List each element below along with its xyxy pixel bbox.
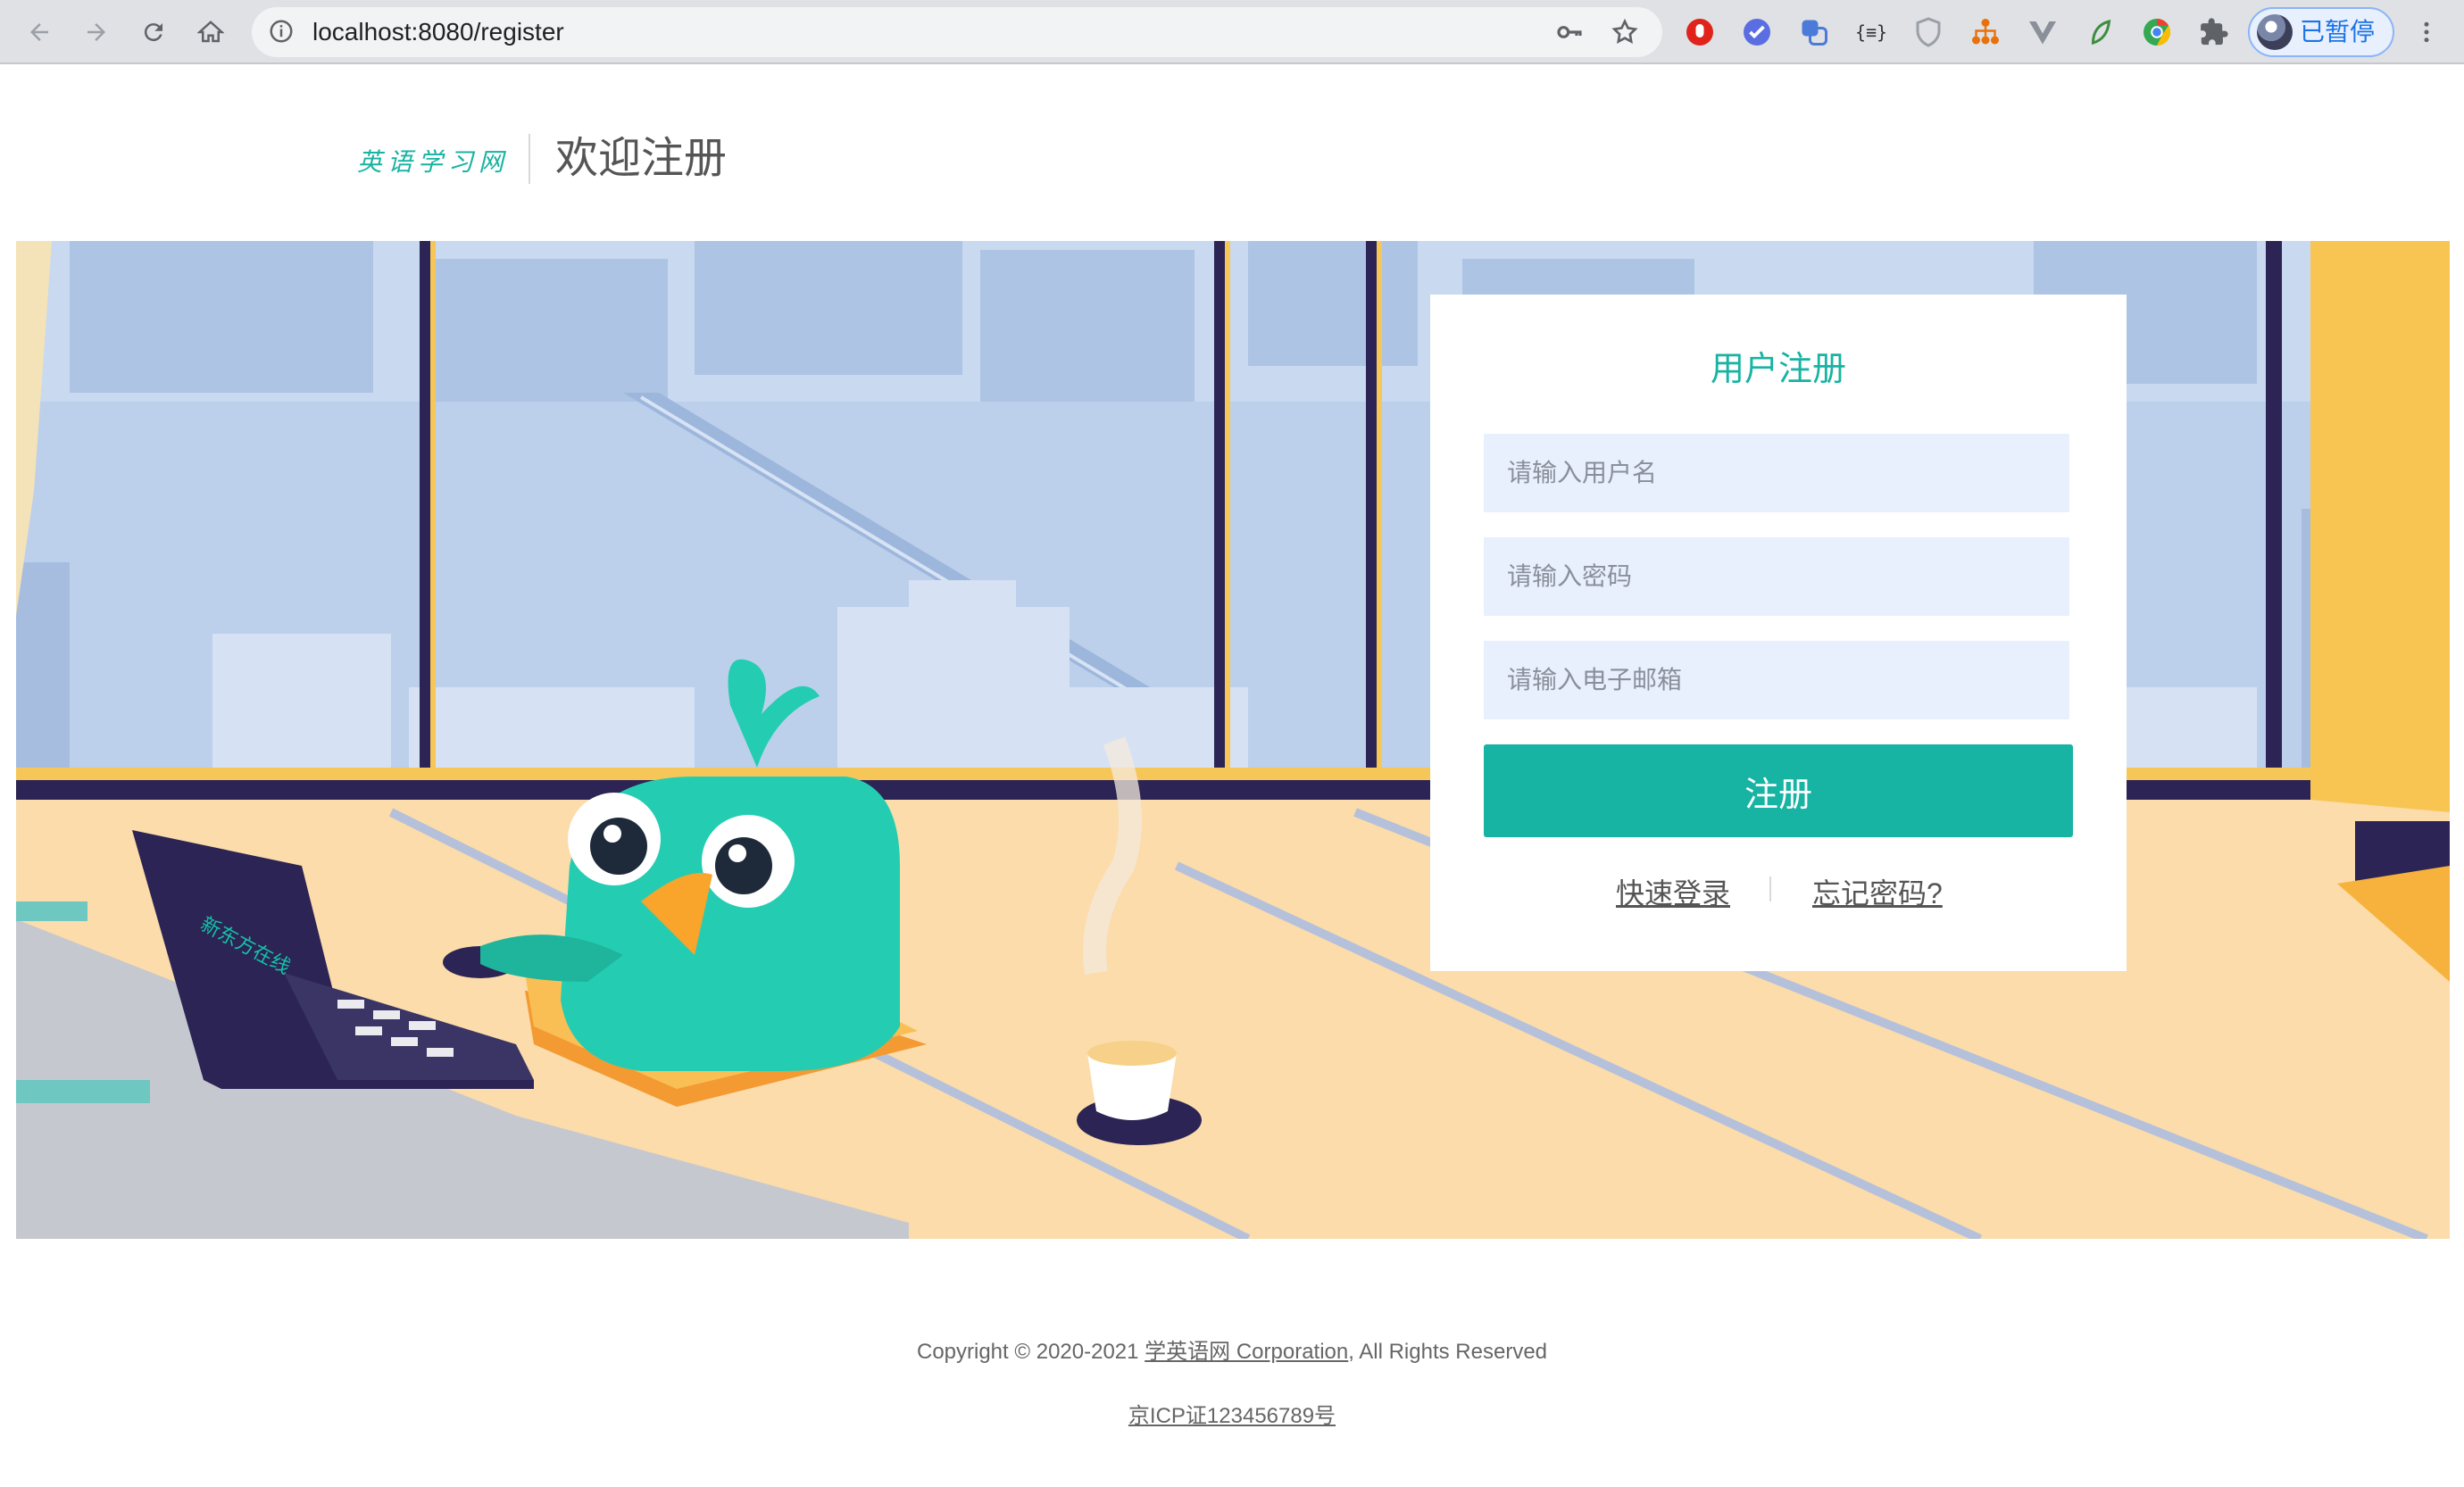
footer-copyright: Copyright © 2020-2021 学英语网 Corporation, … [0,1333,2464,1365]
kebab-menu-icon [2424,21,2429,43]
password-input[interactable] [1484,537,2069,616]
address-bar[interactable]: localhost:8080/register [252,7,1662,57]
site-logo[interactable]: 英语学习网 [357,143,509,179]
extension-vue-icon[interactable] [2027,16,2059,48]
extension-shield-icon[interactable] [1912,16,1944,48]
footer-icp: 京ICP证123456789号 [0,1398,2464,1429]
extensions-puzzle-icon[interactable] [2198,16,2230,48]
key-icon[interactable] [1555,18,1584,51]
browser-toolbar: localhost:8080/register {≡} 已暂停 [0,0,2464,64]
page-title: 欢迎注册 [555,135,728,182]
home-icon [197,21,224,43]
extension-check-icon[interactable] [1741,16,1773,48]
info-icon[interactable] [268,18,295,49]
home-button[interactable] [187,9,234,55]
username-input[interactable] [1484,434,2069,512]
back-button[interactable] [16,9,62,55]
profile-button[interactable]: 已暂停 [2248,7,2394,57]
forward-button[interactable] [73,9,120,55]
company-link[interactable]: 学英语网 Corporation [1145,1340,1348,1364]
hero-illustration: 新东方在线 用户注册 注册 快速登录 [16,241,2450,1239]
avatar [2257,14,2293,50]
register-card: 用户注册 注册 快速登录 忘记密码? [1430,295,2127,971]
copyright-prefix: Copyright © 2020-2021 [916,1340,1145,1364]
reload-button[interactable] [130,9,177,55]
register-button[interactable]: 注册 [1484,744,2073,837]
extension-tree-icon[interactable] [1969,16,2002,48]
extension-leaf-icon[interactable] [2084,16,2116,48]
url-text[interactable]: localhost:8080/register [312,7,564,57]
extension-json-icon[interactable]: {≡} [1855,16,1887,48]
quick-login-link[interactable]: 快速登录 [1616,871,1730,912]
copyright-suffix: , All Rights Reserved [1348,1340,1548,1364]
register-title: 用户注册 [1710,351,1846,388]
icp-link[interactable]: 京ICP证123456789号 [1128,1404,1336,1428]
profile-status-label: 已暂停 [2300,18,2376,46]
email-input[interactable] [1484,641,2069,719]
forgot-password-link[interactable]: 忘记密码? [1812,871,1943,912]
extension-translate-icon[interactable] [1798,16,1830,48]
reload-icon [144,23,162,42]
arrow-left-icon [30,23,48,41]
link-separator [1769,876,1771,901]
extension-chrome-color-icon[interactable] [2141,16,2173,48]
header-divider [529,134,530,184]
arrow-right-icon [87,23,105,41]
menu-button[interactable] [2403,9,2450,55]
extension-red-icon[interactable] [1684,16,1716,48]
bookmark-star-icon[interactable] [1611,18,1639,51]
